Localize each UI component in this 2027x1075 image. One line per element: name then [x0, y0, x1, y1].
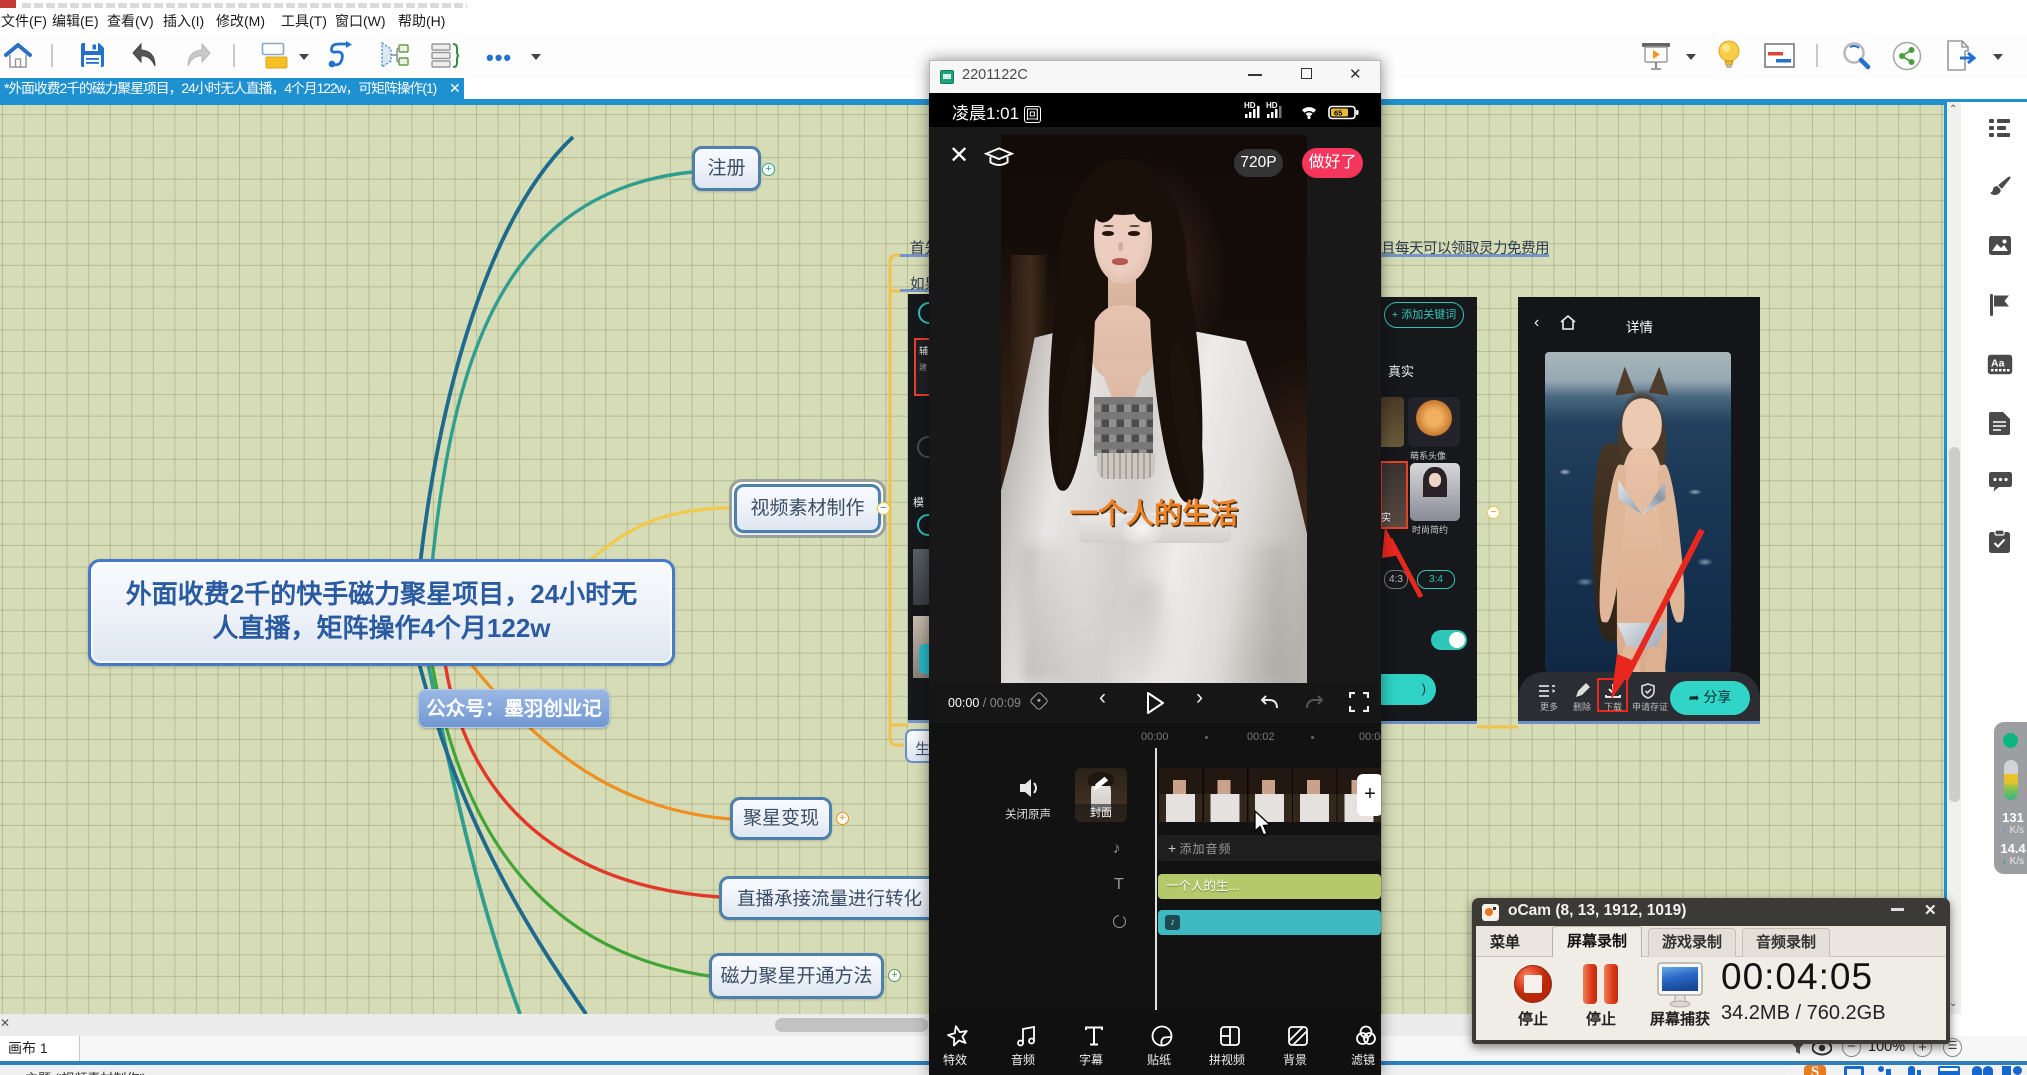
- svg-text:HD: HD: [1266, 101, 1278, 110]
- svg-text:HD: HD: [1244, 101, 1256, 110]
- svg-text:Aa: Aa: [1991, 358, 2005, 370]
- svg-text:65: 65: [1334, 109, 1342, 118]
